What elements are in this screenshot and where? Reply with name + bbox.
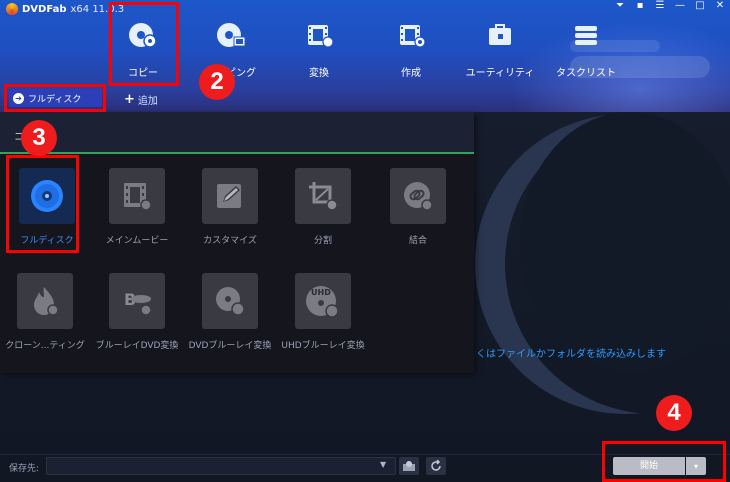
step-marker-3: 3	[21, 120, 57, 156]
toolbox-icon	[485, 20, 515, 50]
mode-tile	[202, 273, 258, 329]
mode-tile	[295, 168, 351, 224]
mode-tile: UHD	[295, 273, 351, 329]
mode-merge[interactable]: 結合	[378, 168, 458, 248]
film-icon	[124, 183, 152, 211]
mode-select-button[interactable]: ➔ フルディスク	[9, 89, 102, 107]
nav-tasklist[interactable]: タスクリスト	[551, 18, 621, 82]
minimize-button[interactable]: —	[674, 0, 686, 11]
save-path-field[interactable]	[46, 457, 396, 475]
dvdfab-logo-icon	[6, 3, 18, 15]
app-logo: DVDFab x64 11.0.3	[6, 2, 124, 16]
nav-label: 作成	[401, 68, 421, 79]
download-icon[interactable]: ⏷	[614, 0, 626, 11]
mode-uhd-bluray[interactable]: UHD UHDブルーレイ変換	[281, 273, 365, 353]
panel-header: コピー	[0, 112, 474, 154]
nav-utility[interactable]: ユーティリティ	[465, 18, 535, 82]
mode-label: フルディスク	[20, 236, 74, 246]
film-convert-icon	[304, 20, 334, 50]
mode-main-movie[interactable]: メインムービー	[97, 168, 177, 248]
step-marker-2: 2	[199, 64, 235, 100]
mode-tile	[109, 168, 165, 224]
maximize-button[interactable]: □	[694, 0, 706, 11]
mode-bluray-to-dvd[interactable]: B ブルーレイDVD変換	[95, 273, 179, 353]
nav-convert[interactable]: 変換	[284, 18, 354, 82]
mode-label: 分割	[313, 236, 332, 246]
mode-label: カスタマイズ	[203, 236, 257, 246]
nav-label: 変換	[309, 68, 329, 79]
load-hint-text: くはファイルかフォルダを読み込みします	[476, 349, 666, 360]
svg-text:UHD: UHD	[311, 288, 331, 297]
mode-label: クローン...ティング	[5, 341, 85, 351]
settings-icon[interactable]: ▪	[634, 0, 646, 11]
mode-label: DVDブルーレイ変換	[188, 341, 272, 351]
chevron-down-icon: ▾	[693, 461, 698, 471]
mode-customize[interactable]: カスタマイズ	[190, 168, 270, 248]
link-icon	[404, 182, 433, 211]
mode-full-disc[interactable]: フルディスク	[7, 168, 87, 248]
mode-tile	[202, 168, 258, 224]
nav-copy[interactable]: コピー	[108, 18, 178, 82]
refresh-button[interactable]	[426, 457, 446, 475]
uhd-disc-icon: UHD	[306, 286, 339, 318]
disc-copy-icon	[128, 20, 158, 50]
refresh-icon	[431, 460, 441, 471]
app-name: DVDFab	[22, 3, 67, 15]
disc-icon	[31, 180, 63, 212]
arrow-right-icon: ➔	[13, 92, 24, 104]
bluray-icon: B	[124, 290, 152, 316]
flame-icon	[34, 287, 59, 316]
mode-dvd-to-bluray[interactable]: DVDブルーレイ変換	[188, 273, 272, 353]
nav-label: ユーティリティ	[465, 68, 535, 79]
mode-tile: B	[109, 273, 165, 329]
mode-label: UHDブルーレイ変換	[281, 341, 365, 351]
close-button[interactable]: ✕	[714, 0, 726, 11]
crop-icon	[309, 182, 338, 211]
mode-tile	[17, 273, 73, 329]
nav-create[interactable]: 作成	[376, 18, 446, 82]
film-create-icon	[396, 20, 426, 50]
dropdown-arrow-icon[interactable]: ▼	[380, 460, 386, 469]
mode-split[interactable]: 分割	[283, 168, 363, 248]
app-version: x64 11.0.3	[70, 3, 125, 15]
mode-tile	[19, 168, 75, 224]
mode-label: 結合	[408, 236, 427, 246]
planet-shadow	[520, 112, 730, 372]
mode-label: ブルーレイDVD変換	[95, 341, 179, 351]
mode-tile	[390, 168, 446, 224]
iso-output-button[interactable]	[399, 457, 419, 475]
mode-clone-burn[interactable]: クローン...ティング	[5, 273, 85, 353]
window-controls: ⏷ ▪ ☰ — □ ✕	[614, 0, 726, 11]
top-banner: DVDFab x64 11.0.3 ⏷ ▪ ☰ — □ ✕ コピー 変換 作成 …	[0, 0, 730, 112]
add-source-button[interactable]: + 追加	[124, 92, 158, 107]
add-label: 追加	[137, 96, 158, 107]
nav-label: コピー	[128, 68, 158, 79]
tasklist-icon	[571, 20, 601, 50]
save-to-label: 保存先:	[9, 464, 40, 474]
start-button[interactable]: 開始	[613, 457, 685, 475]
mode-label: メインムービー	[105, 236, 169, 246]
dvd-bluray-icon	[216, 287, 245, 316]
nav-label: タスクリスト	[556, 68, 616, 79]
iso-icon	[403, 461, 415, 471]
start-options-button[interactable]: ▾	[686, 457, 706, 475]
plus-icon: +	[124, 92, 135, 107]
edit-icon	[217, 184, 241, 208]
copy-mode-panel: コピー フルディスク メインムービー	[0, 112, 474, 373]
menu-icon[interactable]: ☰	[654, 0, 666, 11]
disc-ripper-icon	[216, 20, 246, 50]
step-marker-4: 4	[656, 395, 692, 431]
mode-select-label: フルディスク	[28, 94, 82, 105]
